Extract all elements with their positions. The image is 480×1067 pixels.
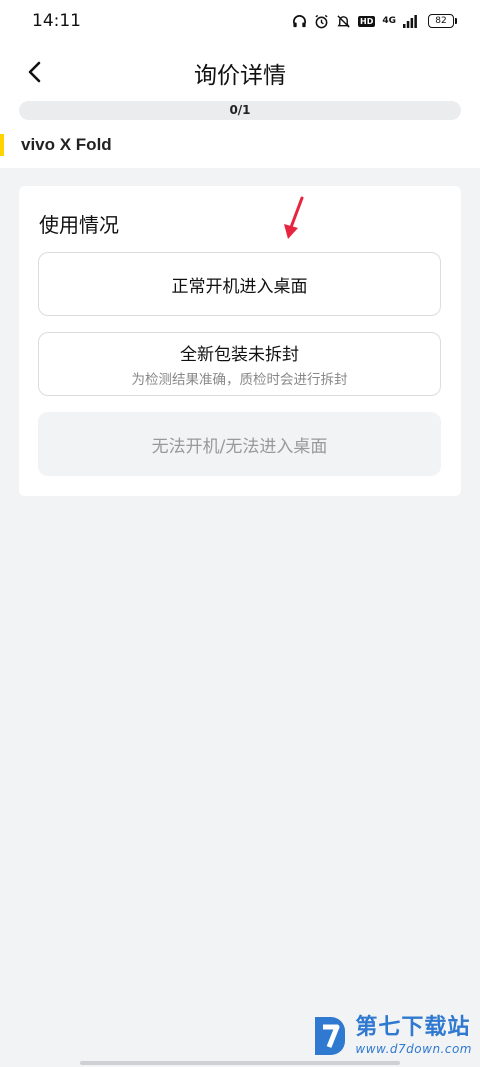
alarm-icon [315,14,328,28]
signal-icon [403,14,417,28]
home-indicator[interactable] [80,1061,400,1065]
option-normal-boot[interactable]: 正常开机进入桌面 [38,252,441,316]
watermark-text: 第七下载站 www.d7down.com [355,1014,472,1056]
nav-bar: 询价详情 [0,42,480,102]
progress-bar: 0/1 [19,101,461,120]
option-label: 正常开机进入桌面 [171,276,308,297]
d7-logo-icon [315,1017,346,1055]
model-name: vivo X Fold [21,135,112,154]
option-cannot-boot[interactable]: 无法开机/无法进入桌面 [38,412,441,476]
mute-bell-icon [337,14,350,28]
hd-badge: HD [358,15,376,27]
headphones-icon [293,14,306,27]
status-icons: HD 4G 82 [292,14,457,29]
page-title: 询价详情 [194,63,286,89]
top-area: 14:11 HD 4G 82 询价详情 0/1 vivo X Fold [0,0,480,168]
usage-card-title: 使用情况 [39,213,119,237]
red-arrow-annotation [284,196,304,239]
watermark-title: 第七下载站 [355,1014,471,1040]
option-label: 无法开机/无法进入桌面 [151,436,328,457]
option-new-sealed[interactable]: 全新包装未拆封 为检测结果准确，质检时会进行拆封 [38,332,441,396]
usage-card: 使用情况 正常开机进入桌面 全新包装未拆封 为检测结果准确，质检时会进行拆封 无… [19,186,461,496]
option-sublabel: 为检测结果准确，质检时会进行拆封 [131,372,348,388]
watermark: 第七下载站 www.d7down.com [311,1013,472,1059]
battery-level: 82 [435,15,447,26]
option-label: 全新包装未拆封 [180,345,299,365]
progress-text: 0/1 [229,103,251,117]
model-accent-bar [0,134,4,156]
watermark-url: www.d7down.com [355,1041,472,1056]
status-time: 14:11 [32,11,81,31]
model-row: vivo X Fold [0,132,112,158]
network-label: 4G [382,16,396,26]
battery-icon: 82 [428,14,457,28]
status-bar: 14:11 HD 4G 82 [0,0,480,42]
